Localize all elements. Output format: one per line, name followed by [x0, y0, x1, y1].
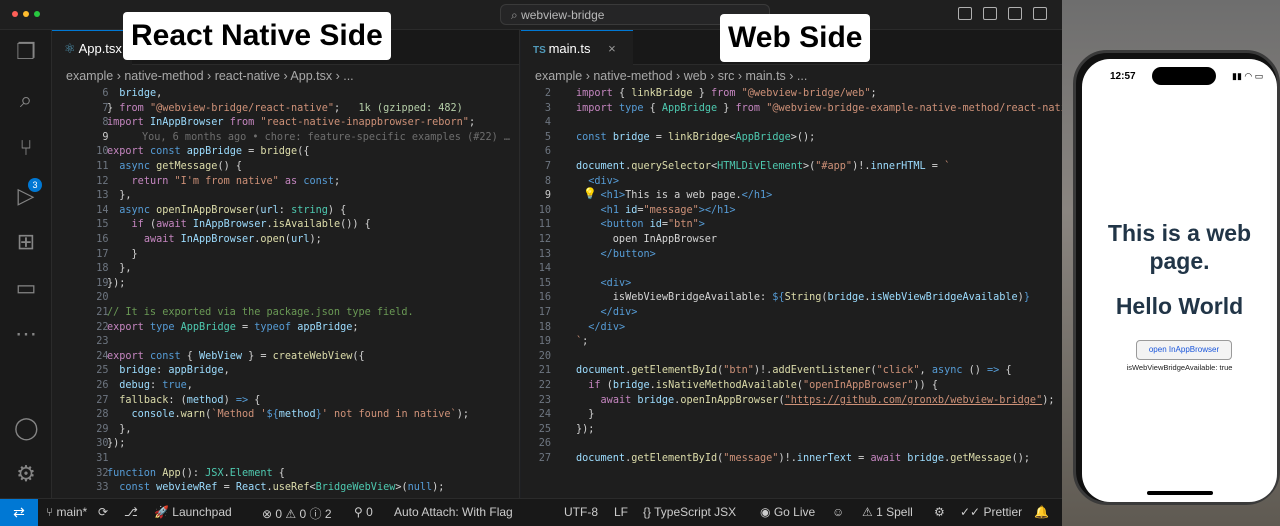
right-editor-group: TS main.ts × example › native-method › w… — [521, 30, 1062, 498]
remote-explorer-icon[interactable]: ▭ — [14, 276, 38, 300]
sync-icon[interactable]: ⟳ — [98, 505, 108, 519]
phone-clock: 12:57 — [1110, 71, 1136, 82]
crumb-native-method[interactable]: native-method — [124, 69, 203, 83]
crumb-src[interactable]: src — [718, 69, 735, 83]
settings-gear-icon[interactable]: ⚙ — [14, 462, 38, 486]
branch-icon: ⑂ — [46, 505, 57, 519]
language-status[interactable]: {} TypeScript JSX — [643, 505, 736, 519]
search-icon[interactable]: ⌕ — [14, 88, 38, 112]
ts-file-icon: ⚛ — [64, 41, 79, 56]
minimize-window-button[interactable] — [23, 11, 29, 17]
activity-bar: ❐ ⌕ ⑂ 3 ▷ ⊞ ▭ ⋯ ◯ ⚙ — [0, 30, 52, 498]
right-code[interactable]: 2 import { linkBridge } from "@webview-br… — [521, 87, 1062, 498]
run-debug-icon[interactable]: ▷ — [14, 184, 38, 208]
prettier-status[interactable]: ✓✓ Prettier — [960, 505, 1022, 519]
toggle-panel-icon[interactable] — [983, 7, 997, 20]
web-page-heading: This is a web page. — [1107, 220, 1252, 274]
ts-file-icon: TS — [533, 45, 549, 56]
toggle-secondary-sidebar-icon[interactable] — [1008, 7, 1022, 20]
crumb-example[interactable]: example — [535, 69, 582, 83]
accounts-icon[interactable]: ◯ — [14, 416, 39, 440]
phone-screen: 12:57 ▮▮ ◠ ▭ This is a web page. Hello W… — [1082, 59, 1277, 502]
lightbulb-icon[interactable]: 💡 — [583, 187, 597, 202]
phone-status-icons: ▮▮ ◠ ▭ — [1232, 71, 1264, 81]
braces-icon: {} — [643, 505, 655, 519]
dynamic-island — [1152, 67, 1216, 85]
toggle-sidebar-icon[interactable] — [958, 7, 972, 20]
tab-app-tsx[interactable]: ⚛ App.tsx — [52, 30, 132, 65]
left-code[interactable]: 6 bridge, 7} from "@webview-bridge/react… — [52, 87, 519, 498]
branch-status[interactable]: ⑂ main* — [46, 505, 87, 519]
encoding-status[interactable]: UTF-8 — [564, 505, 598, 519]
close-window-button[interactable] — [12, 11, 18, 17]
status-bar: ⇄ ⑂ main* ⟳ ⎇ 🚀 Launchpad ⊗ 0 ⚠ 0 ⓘ 2 ⚲ … — [0, 498, 1062, 526]
open-inappbrowser-button[interactable]: open InAppBrowser — [1136, 340, 1232, 360]
right-breadcrumb: example › native-method › web › src › ma… — [535, 69, 808, 83]
customize-layout-icon[interactable] — [1033, 7, 1047, 20]
ports-status[interactable]: ⚲ 0 — [354, 505, 373, 519]
maximize-window-button[interactable] — [34, 11, 40, 17]
extensions-icon[interactable]: ⊞ — [14, 230, 38, 254]
crumb-main-ts[interactable]: main.ts — [746, 69, 786, 83]
crumb-more[interactable]: ... — [797, 69, 807, 83]
crumb-more[interactable]: ... — [343, 69, 353, 83]
bridge-available-text: isWebViewBridgeAvailable: true — [1126, 363, 1233, 372]
home-indicator[interactable] — [1147, 491, 1213, 495]
crumb-native-method[interactable]: native-method — [593, 69, 672, 83]
rocket-icon: 🚀 — [154, 505, 173, 519]
crumb-web[interactable]: web — [684, 69, 707, 83]
remote-indicator-icon[interactable]: ⇄ — [0, 499, 38, 526]
launchpad-status[interactable]: 🚀 Launchpad — [154, 505, 232, 519]
left-breadcrumb: example › native-method › react-native ›… — [66, 69, 354, 83]
crumb-example[interactable]: example — [66, 69, 113, 83]
git-blame: You, 6 months ago • chore: feature-speci… — [142, 131, 511, 143]
spell-status[interactable]: ⚠ 1 Spell — [862, 505, 913, 519]
copilot-icon[interactable]: ☺ — [832, 505, 844, 519]
notifications-icon[interactable]: 🔔 — [1034, 505, 1049, 519]
iphone-simulator: 12:57 ▮▮ ◠ ▭ This is a web page. Hello W… — [1073, 50, 1280, 505]
go-live-status[interactable]: ◉ Go Live — [760, 505, 815, 519]
message-heading: Hello World — [1115, 293, 1244, 319]
eol-status[interactable]: LF — [614, 505, 628, 519]
source-control-icon[interactable]: ⑂ — [14, 136, 38, 160]
tab-main-ts[interactable]: TS main.ts × — [521, 30, 633, 65]
crumb-app-tsx[interactable]: App.tsx — [290, 69, 332, 83]
auto-attach-status[interactable]: Auto Attach: With Flag — [394, 505, 513, 519]
left-editor-group: ⚛ App.tsx example › native-method › reac… — [52, 30, 520, 498]
broadcast-icon: ◉ — [760, 505, 774, 519]
close-tab-icon[interactable]: × — [608, 41, 616, 56]
crumb-react-native[interactable]: react-native — [215, 69, 280, 83]
web-side-label: Web Side — [720, 14, 871, 62]
settings-sync-icon[interactable]: ⚙ — [934, 505, 945, 519]
problems-status[interactable]: ⊗ 0 ⚠ 0 ⓘ 2 — [262, 505, 332, 522]
react-native-side-label: React Native Side — [123, 12, 391, 60]
search-icon: ⌕ — [511, 8, 522, 22]
more-icon[interactable]: ⋯ — [14, 322, 38, 346]
git-graph-icon[interactable]: ⎇ — [124, 505, 138, 519]
explorer-icon[interactable]: ❐ — [14, 40, 38, 64]
